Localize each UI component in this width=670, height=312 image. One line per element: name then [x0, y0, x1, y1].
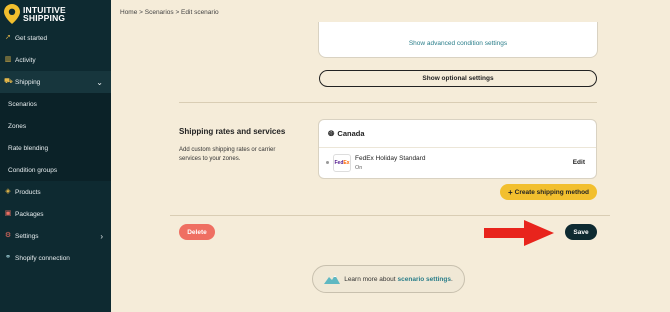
- section-divider: [170, 215, 610, 216]
- section-title: Shipping rates and services: [179, 127, 286, 136]
- sidebar-item-shipping[interactable]: ⛟ Shipping ⌄: [0, 71, 111, 93]
- zone-card: 🌐︎ Canada FedEx FedEx Holiday Standard O…: [318, 119, 597, 179]
- delete-button[interactable]: Delete: [179, 224, 215, 240]
- zone-name: Canada: [337, 129, 365, 138]
- show-optional-settings-button[interactable]: Show optional settings: [319, 70, 597, 87]
- conditions-card: Show advanced condition settings: [318, 22, 598, 58]
- sidebar-item-products[interactable]: ◈ Products: [0, 181, 111, 203]
- breadcrumb[interactable]: Home > Scenarios > Edit scenario: [120, 9, 219, 16]
- sidebar-item-condition-groups[interactable]: Condition groups: [0, 159, 111, 181]
- learn-more-suffix: .: [450, 275, 453, 283]
- box-icon: ◈: [5, 188, 11, 195]
- sidebar-item-rate-blending[interactable]: Rate blending: [0, 137, 111, 159]
- sidebar-item-label: Rate blending: [8, 144, 49, 152]
- chart-icon: ▥: [4, 56, 12, 63]
- sidebar: INTUITIVE SHIPPING ➚ Get started ▥ Activ…: [0, 0, 111, 312]
- gear-icon: ⚙: [4, 232, 12, 239]
- learn-more-prefix: Learn more about: [344, 275, 396, 283]
- sidebar-item-label: Zones: [8, 122, 27, 130]
- service-name: FedEx Holiday Standard: [355, 155, 426, 162]
- red-arrow-icon: [484, 220, 554, 246]
- create-shipping-method-button[interactable]: + Create shipping method: [500, 184, 597, 200]
- section-divider: [179, 102, 597, 103]
- truck-icon: ⛟: [4, 78, 13, 85]
- learn-more-banner: Learn more about scenario settings .: [312, 265, 465, 293]
- plus-icon: +: [507, 187, 513, 197]
- sidebar-nav: ➚ Get started ▥ Activity ⛟ Shipping ⌄ Sc…: [0, 27, 111, 269]
- chevron-down-icon: ⌄: [96, 77, 103, 87]
- chevron-right-icon: ›: [100, 231, 103, 241]
- create-shipping-method-label: Create shipping method: [514, 188, 590, 196]
- sidebar-item-label: Packages: [15, 210, 44, 218]
- logo-line-2: SHIPPING: [23, 12, 66, 23]
- rocket-icon: ➚: [5, 34, 11, 41]
- sidebar-item-activity[interactable]: ▥ Activity: [0, 49, 111, 71]
- mountain-icon: [324, 275, 341, 284]
- sidebar-item-label: Shipping: [15, 78, 41, 86]
- service-row: FedEx FedEx Holiday Standard On Edit: [319, 148, 596, 179]
- sidebar-item-packages[interactable]: ▣ Packages: [0, 203, 111, 225]
- drag-handle-icon[interactable]: [326, 161, 329, 164]
- link-icon: ⚭: [5, 254, 11, 261]
- sidebar-item-label: Get started: [15, 34, 48, 42]
- advanced-condition-settings-link[interactable]: Show advanced condition settings: [319, 40, 597, 47]
- location-pin-icon: [4, 3, 20, 24]
- sidebar-item-label: Products: [15, 188, 41, 196]
- sidebar-item-label: Condition groups: [8, 166, 58, 174]
- edit-service-button[interactable]: Edit: [573, 159, 585, 166]
- sidebar-item-label: Shopify connection: [15, 254, 70, 262]
- sidebar-item-zones[interactable]: Zones: [0, 115, 111, 137]
- sidebar-item-get-started[interactable]: ➚ Get started: [0, 27, 111, 49]
- sidebar-item-settings[interactable]: ⚙ Settings ›: [0, 225, 111, 247]
- sidebar-item-scenarios[interactable]: Scenarios: [0, 93, 111, 115]
- scenario-settings-link[interactable]: scenario settings: [398, 276, 451, 283]
- service-status: On: [355, 165, 363, 171]
- sidebar-item-label: Activity: [15, 56, 36, 64]
- section-description: Add custom shipping rates or carrier ser…: [179, 147, 276, 162]
- sidebar-item-shopify-connection[interactable]: ⚭ Shopify connection: [0, 247, 111, 269]
- sidebar-item-label: Scenarios: [8, 100, 37, 108]
- fedex-logo: FedEx: [333, 154, 351, 172]
- save-button[interactable]: Save: [565, 224, 597, 240]
- app-logo[interactable]: INTUITIVE SHIPPING: [0, 0, 111, 27]
- sidebar-item-label: Settings: [15, 232, 39, 240]
- globe-icon: 🌐︎: [328, 128, 335, 138]
- zone-header: 🌐︎ Canada: [319, 120, 596, 148]
- package-icon: ▣: [4, 210, 12, 217]
